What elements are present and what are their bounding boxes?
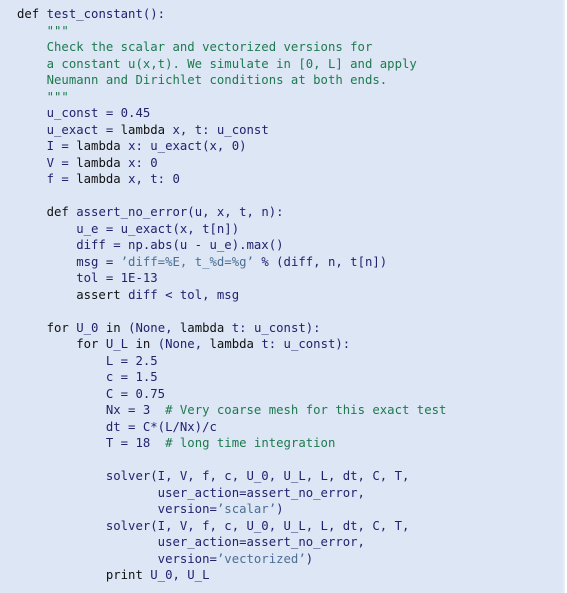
code-line: def assert_no_error(u, x, t, n): [17,204,563,221]
code-token: I = [17,139,77,153]
code-token: test_constant(): [46,7,166,21]
keyword-token: def [17,7,47,21]
code-token: version= [17,551,217,566]
comment-token: Check the scalar and vectorized versions… [17,40,373,54]
code-line: """ [17,23,563,40]
code-line: I = lambda x: u_exact(x, 0) [17,138,563,155]
code-token: T = 18 [17,436,166,450]
code-listing: def test_constant(): """ Check the scala… [0,0,565,593]
code-line: msg = ’diff=%E, t_%d=%g’ % (diff, n, t[n… [17,254,563,271]
code-token: V = [17,155,77,170]
code-token: x: u_exact(x, 0) [128,139,247,153]
code-token: ) [276,502,284,516]
keyword-token: def [17,205,77,219]
code-token: Nx = 3 [17,403,166,417]
code-line: for U_L in (None, lambda t: u_const): [17,336,563,353]
comment-token: """ [17,23,69,38]
code-line: user_action=assert_no_error, [17,534,563,551]
code-token: U_0 [76,320,106,335]
keyword-token: lambda [76,172,129,186]
code-token: c = 1.5 [17,370,158,384]
code-token: ) [305,551,314,566]
code-line: version=’vectorized’) [17,551,563,568]
code-line: f = lambda x, t: 0 [17,171,563,188]
keyword-token: lambda [120,122,173,137]
code-line: dt = C*(L/Nx)/c [17,419,563,436]
keyword-token: lambda [76,139,129,153]
string-literal: ’diff=%E, t_%d=%g’ [120,254,254,269]
code-token: u_const = 0.45 [17,106,151,120]
code-token: solver(I, V, f, c, U_0, U_L, L, dt, C, T… [17,469,410,483]
code-token: (None, [128,320,180,335]
code-token: user_action=assert_no_error, [17,535,365,549]
code-token: diff = np.abs(u - u_e).max() [17,238,284,252]
code-line: solver(I, V, f, c, U_0, U_L, L, dt, C, T… [17,518,563,535]
code-line: u_exact = lambda x, t: u_const [17,122,563,139]
keyword-token: print [17,568,151,582]
code-token: (None, [157,337,210,351]
code-line: a constant u(x,t). We simulate in [0, L]… [17,56,563,73]
code-token: dt = C*(L/Nx)/c [17,419,217,434]
keyword-token: in [105,320,129,335]
code-line: version=’scalar’) [17,501,563,518]
code-token: x: 0 [128,155,158,170]
code-line: Check the scalar and vectorized versions… [17,39,563,56]
code-line: """ [17,89,563,106]
code-token: L = 2.5 [17,353,158,368]
code-line: C = 0.75 [17,386,563,403]
code-line: user_action=assert_no_error, [17,485,563,502]
code-token: version= [17,502,217,516]
code-token: assert_no_error(u, x, t, n): [76,205,284,219]
code-block: def test_constant(): """ Check the scala… [0,0,563,584]
comment-token: Neumann and Dirichlet conditions at both… [17,73,388,87]
keyword-token: assert [17,287,129,302]
code-token: C = 0.75 [17,386,166,401]
comment-token: # Very coarse mesh for this exact test [165,403,447,417]
keyword-token: lambda [179,320,232,335]
code-token: x, t: u_const [172,122,269,137]
code-line: c = 1.5 [17,369,563,386]
code-token: user_action=assert_no_error, [17,485,365,500]
code-token: u_e = u_exact(x, t[n]) [17,221,240,236]
keyword-token: lambda [209,337,262,351]
code-token: t: u_const): [261,337,351,351]
code-line: tol = 1E-13 [17,270,563,287]
code-token: x, t: 0 [128,172,180,186]
string-literal: ’vectorized’ [216,551,306,566]
code-line: u_e = u_exact(x, t[n]) [17,221,563,238]
comment-token: """ [17,89,69,104]
comment-token: # long time integration [165,436,336,450]
comment-token: a constant u(x,t). We simulate in [0, L]… [17,56,417,71]
code-line: print U_0, U_L [17,567,563,584]
code-token: tol = 1E-13 [17,271,158,285]
code-token: t: u_const): [231,320,321,335]
keyword-token: in [135,337,158,351]
code-token: u_exact = [17,122,121,137]
code-line: solver(I, V, f, c, U_0, U_L, L, dt, C, T… [17,468,563,485]
code-line: V = lambda x: 0 [17,155,563,172]
code-token: solver(I, V, f, c, U_0, U_L, L, dt, C, T… [17,518,410,533]
code-line: diff = np.abs(u - u_e).max() [17,237,563,254]
code-token: msg = [17,254,121,269]
keyword-token: lambda [76,155,129,170]
keyword-token: for [17,337,106,351]
code-line: u_const = 0.45 [17,105,563,122]
code-line: Neumann and Dirichlet conditions at both… [17,72,563,89]
keyword-token: for [17,320,77,335]
code-line: for U_0 in (None, lambda t: u_const): [17,320,563,337]
code-token: U_L [105,337,136,351]
code-line: def test_constant(): [17,6,563,23]
code-token: diff < tol, msg [128,287,240,302]
code-token: f = [17,172,77,186]
code-line: Nx = 3 # Very coarse mesh for this exact… [17,402,563,419]
code-line: L = 2.5 [17,353,563,370]
code-token: U_0, U_L [150,568,210,582]
code-line: T = 18 # long time integration [17,435,563,452]
string-literal: ’scalar’ [216,502,277,516]
code-line: assert diff < tol, msg [17,287,563,304]
code-token: % (diff, n, t[n]) [253,254,388,269]
